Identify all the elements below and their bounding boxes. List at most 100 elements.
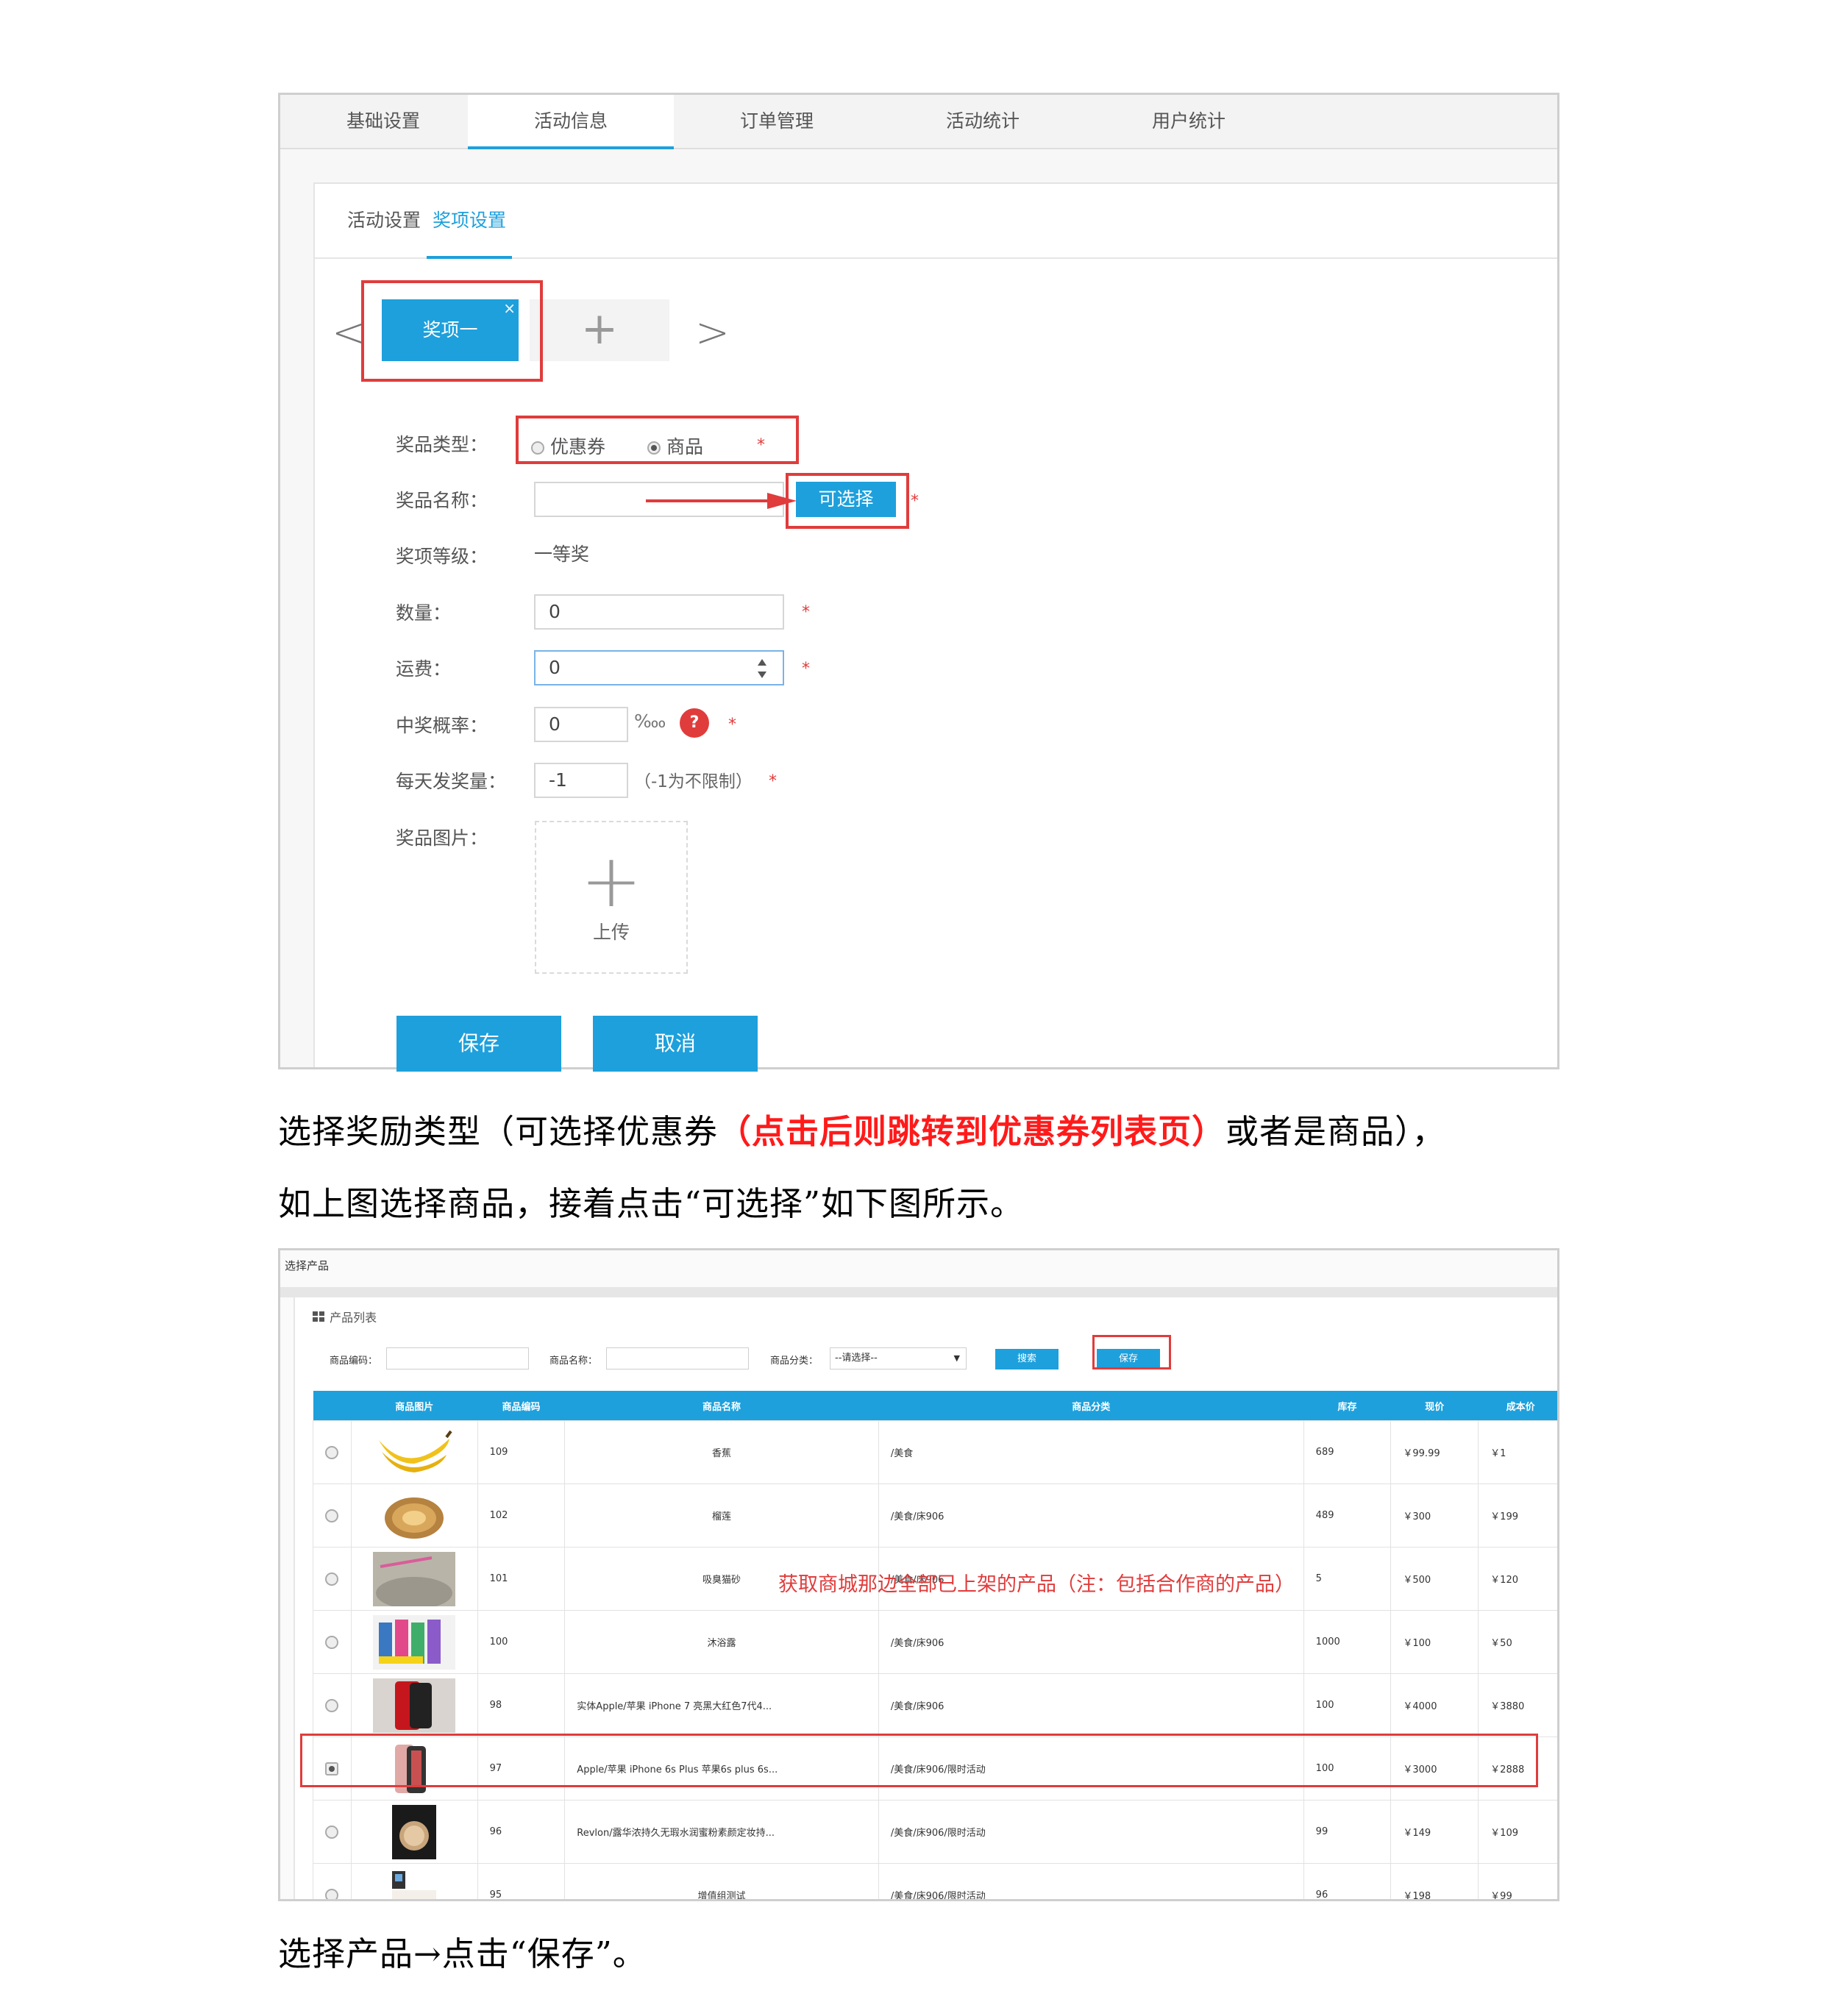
- top-tab-bar: 基础设置 活动信息 订单管理 活动统计 用户统计: [280, 95, 1557, 149]
- product-list-title: 产品列表: [313, 1308, 377, 1325]
- table-row[interactable]: 102 榴莲/美食/床906 489 ￥300 ￥199: [313, 1483, 1557, 1547]
- chevron-down-icon: ▼: [953, 1353, 960, 1363]
- radio-icon[interactable]: [325, 1572, 339, 1586]
- column-header: 现价: [1390, 1391, 1479, 1421]
- table-row[interactable]: 98 实体Apple/苹果 iPhone 7 亮黑大红色7代4.../美食/床90…: [313, 1673, 1557, 1737]
- product-image: [350, 1420, 478, 1484]
- product-code: 95: [477, 1863, 566, 1899]
- image-upload-box[interactable]: + 上传: [535, 821, 688, 974]
- product-name: 香蕉: [564, 1420, 879, 1484]
- cancel-button[interactable]: 取消: [593, 1016, 758, 1072]
- radio-icon[interactable]: [325, 1509, 339, 1522]
- activity-settings-screenshot: 基础设置 活动信息 订单管理 活动统计 用户统计 活动设置 奖项设置 < >: [278, 93, 1559, 1069]
- product-stock: 99: [1303, 1800, 1392, 1864]
- product-stock: 5: [1303, 1547, 1392, 1611]
- product-code: 109: [477, 1420, 566, 1484]
- product-cost: ￥109: [1478, 1800, 1557, 1864]
- search-button[interactable]: 搜索: [995, 1349, 1059, 1369]
- freight-label: 运费：: [396, 658, 452, 680]
- product-price: ￥149: [1390, 1800, 1479, 1864]
- row-radio-cell[interactable]: [313, 1800, 352, 1864]
- column-header: 库存: [1303, 1391, 1391, 1421]
- help-icon[interactable]: ?: [680, 708, 709, 738]
- caption-highlight: （点击后则跳转到优惠券列表页）: [718, 1112, 1226, 1151]
- tab-activity-info[interactable]: 活动信息: [468, 95, 674, 149]
- product-cost: ￥99: [1478, 1863, 1557, 1899]
- tab-prize-setup[interactable]: 奖项设置: [427, 184, 512, 259]
- radio-icon[interactable]: [325, 1445, 339, 1459]
- radio-icon[interactable]: [325, 1698, 339, 1712]
- product-code: 101: [477, 1547, 566, 1611]
- row-radio-cell[interactable]: [313, 1483, 352, 1547]
- caption-text: 选择奖励类型（可选择优惠券: [278, 1112, 719, 1151]
- quantity-label: 数量：: [396, 602, 452, 624]
- required-mark: *: [802, 660, 810, 678]
- save-button[interactable]: 保存: [396, 1016, 561, 1072]
- product-name: 沐浴露: [564, 1610, 879, 1674]
- product-category: /美食/床906/限时活动: [878, 1863, 1304, 1899]
- tab-user-stats[interactable]: 用户统计: [1086, 95, 1292, 148]
- row-radio-cell[interactable]: [313, 1673, 352, 1737]
- product-image: [350, 1610, 478, 1674]
- radio-icon[interactable]: [325, 1825, 339, 1839]
- product-cost: ￥120: [1478, 1547, 1557, 1611]
- code-input[interactable]: [386, 1347, 529, 1369]
- radio-icon[interactable]: [325, 1888, 339, 1899]
- product-category: /美食/床906: [878, 1483, 1304, 1547]
- prize-name-label: 奖品名称：: [396, 490, 488, 511]
- quantity-input[interactable]: 0: [534, 594, 784, 630]
- column-header: [313, 1391, 352, 1421]
- product-table: 商品图片 商品编码 商品名称 商品分类 库存 现价 成本价 109 香蕉/美食 68…: [313, 1391, 1557, 1899]
- tab-activity-stats[interactable]: 活动统计: [880, 95, 1086, 148]
- row-radio-cell[interactable]: [313, 1420, 352, 1484]
- table-row[interactable]: 100 沐浴露/美食/床906 1000 ￥100 ￥50: [313, 1610, 1557, 1674]
- spinner-icon[interactable]: [756, 658, 768, 680]
- product-cost: ￥1: [1478, 1420, 1557, 1484]
- product-category: /美食/床906/限时活动: [878, 1800, 1304, 1864]
- prize-image-label: 奖品图片：: [396, 827, 488, 849]
- product-price: ￥500: [1390, 1547, 1479, 1611]
- product-name: 增值组测试: [564, 1863, 879, 1899]
- product-cost: ￥199: [1478, 1483, 1557, 1547]
- table-row[interactable]: 96 Revlon/露华浓持久无瑕水润蜜粉素颜定妆持.../美食/床906/限时活…: [313, 1800, 1557, 1864]
- probability-label: 中奖概率：: [396, 715, 488, 736]
- caption-text: 或者是商品），: [1225, 1112, 1446, 1151]
- probability-input[interactable]: 0: [534, 707, 628, 742]
- product-price: ￥198: [1390, 1863, 1479, 1899]
- column-header: 商品编码: [477, 1391, 565, 1421]
- chevron-right-icon[interactable]: >: [695, 313, 730, 354]
- table-row[interactable]: 95 增值组测试/美食/床906/限时活动 96 ￥198 ￥99: [313, 1863, 1557, 1899]
- product-price: ￥300: [1390, 1483, 1479, 1547]
- row-radio-cell[interactable]: [313, 1610, 352, 1674]
- radio-icon[interactable]: [325, 1635, 339, 1649]
- name-label: 商品名称：: [549, 1356, 598, 1367]
- product-price: ￥100: [1390, 1610, 1479, 1674]
- tab-basic-settings[interactable]: 基础设置: [280, 95, 486, 148]
- tab-order-management[interactable]: 订单管理: [674, 95, 880, 148]
- caption-line-2: 如上图选择商品，接着点击“可选择”如下图所示。: [278, 1184, 1025, 1223]
- prize-level-label: 奖项等级：: [396, 546, 488, 567]
- freight-input[interactable]: 0: [534, 650, 784, 685]
- select-product-screenshot: 选择产品 产品列表 商品编码： 商品名称： 商品分类： --请选择-- ▼ 搜索…: [278, 1248, 1559, 1901]
- code-label: 商品编码：: [330, 1356, 378, 1367]
- add-prize-button[interactable]: +: [530, 299, 669, 361]
- highlight-box-prize-type: [516, 416, 799, 464]
- arrow-annotation-icon: [646, 493, 797, 509]
- row-radio-cell[interactable]: [313, 1863, 352, 1899]
- category-select[interactable]: --请选择-- ▼: [830, 1347, 967, 1369]
- product-stock: 1000: [1303, 1610, 1392, 1674]
- row-radio-cell[interactable]: [313, 1547, 352, 1611]
- grid-icon: [313, 1311, 324, 1322]
- name-input[interactable]: [606, 1347, 749, 1369]
- product-category: /美食/床906: [878, 1610, 1304, 1674]
- product-name: Revlon/露华浓持久无瑕水润蜜粉素颜定妆持...: [564, 1800, 879, 1864]
- product-image: [350, 1483, 478, 1547]
- sub-tab-bar: 活动设置 奖项设置: [315, 184, 1557, 259]
- tab-activity-setup[interactable]: 活动设置: [347, 184, 421, 257]
- daily-prizes-hint: （-1为不限制）: [634, 772, 753, 791]
- caption-line-3: 选择产品→点击“保存”。: [278, 1934, 647, 1973]
- list-title-text: 产品列表: [330, 1311, 377, 1325]
- daily-prizes-input[interactable]: -1: [534, 763, 628, 798]
- table-row[interactable]: 109 香蕉/美食 689 ￥99.99 ￥1: [313, 1420, 1557, 1484]
- highlight-box-selected-row: [300, 1734, 1538, 1787]
